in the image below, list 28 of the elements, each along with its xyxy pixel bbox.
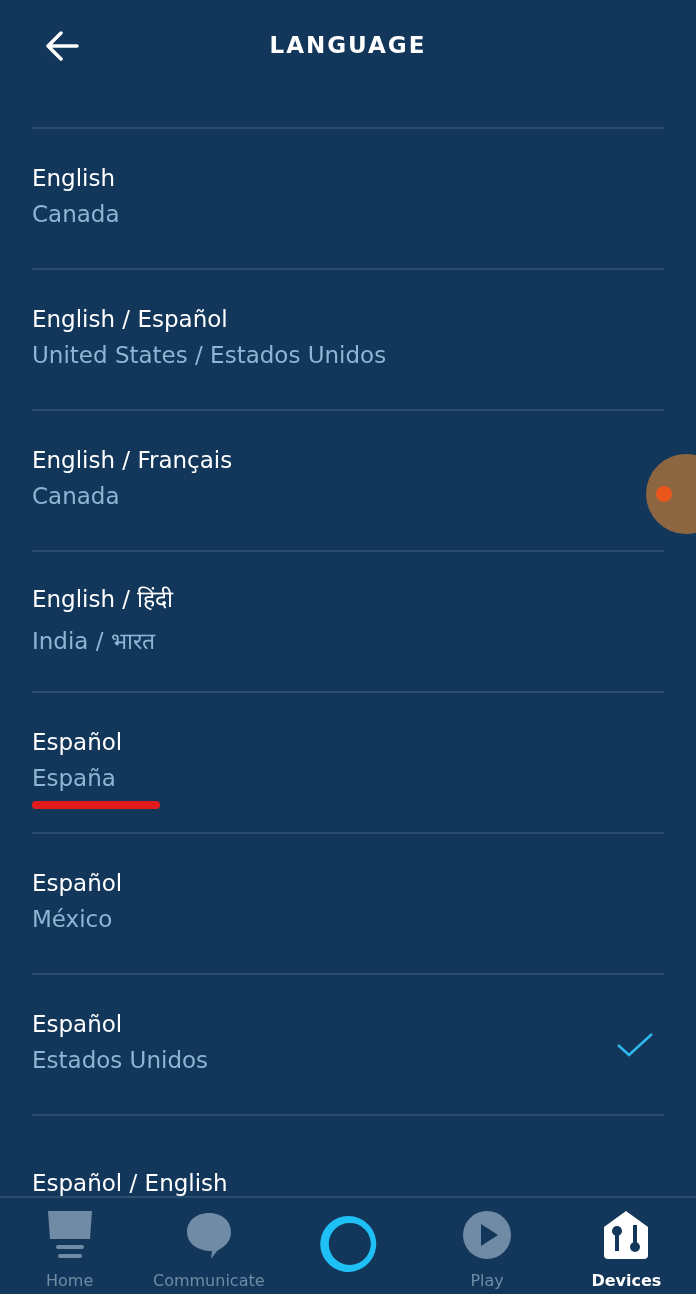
language-option[interactable]: Español Estados Unidos	[20, 1010, 209, 1099]
screen-title: LANGUAGE	[269, 32, 427, 58]
lamp-icon	[47, 1211, 92, 1259]
language-name[interactable]: Español	[32, 728, 160, 755]
language-option[interactable]: English / हिंदी India / भारत	[20, 581, 174, 682]
region-name[interactable]: España	[32, 764, 160, 791]
language-option[interactable]: English Canada	[20, 164, 120, 253]
house-icon	[604, 1211, 649, 1259]
language-name[interactable]: English	[32, 164, 120, 191]
language-option[interactable]: English / Español United States / Estados Unidos	[20, 305, 387, 394]
language-name[interactable]: English / Español	[32, 305, 387, 332]
play-icon	[463, 1211, 512, 1259]
language-option[interactable]: English / Français Canada	[20, 446, 233, 535]
region-name[interactable]: United States / Estados Unidos	[32, 341, 387, 368]
region-name[interactable]: Canada	[32, 200, 120, 227]
region-name[interactable]: Estados Unidos	[32, 1046, 209, 1073]
language-option[interactable]: Español México	[20, 869, 123, 958]
language-option[interactable]: Español España	[20, 728, 160, 817]
language-name[interactable]: Español	[32, 869, 123, 896]
back-arrow-icon[interactable]	[45, 31, 79, 61]
language-name[interactable]: English / हिंदी	[32, 581, 174, 614]
speech-bubble-icon	[186, 1213, 231, 1259]
language-name[interactable]: English / Français	[32, 446, 233, 473]
region-name[interactable]: India / भारत	[32, 623, 174, 656]
region-name[interactable]: México	[32, 905, 123, 932]
region-name[interactable]: Canada	[32, 482, 233, 509]
nav-tab[interactable]: Devices	[561, 1211, 692, 1290]
language-name[interactable]: Español	[32, 1010, 209, 1037]
